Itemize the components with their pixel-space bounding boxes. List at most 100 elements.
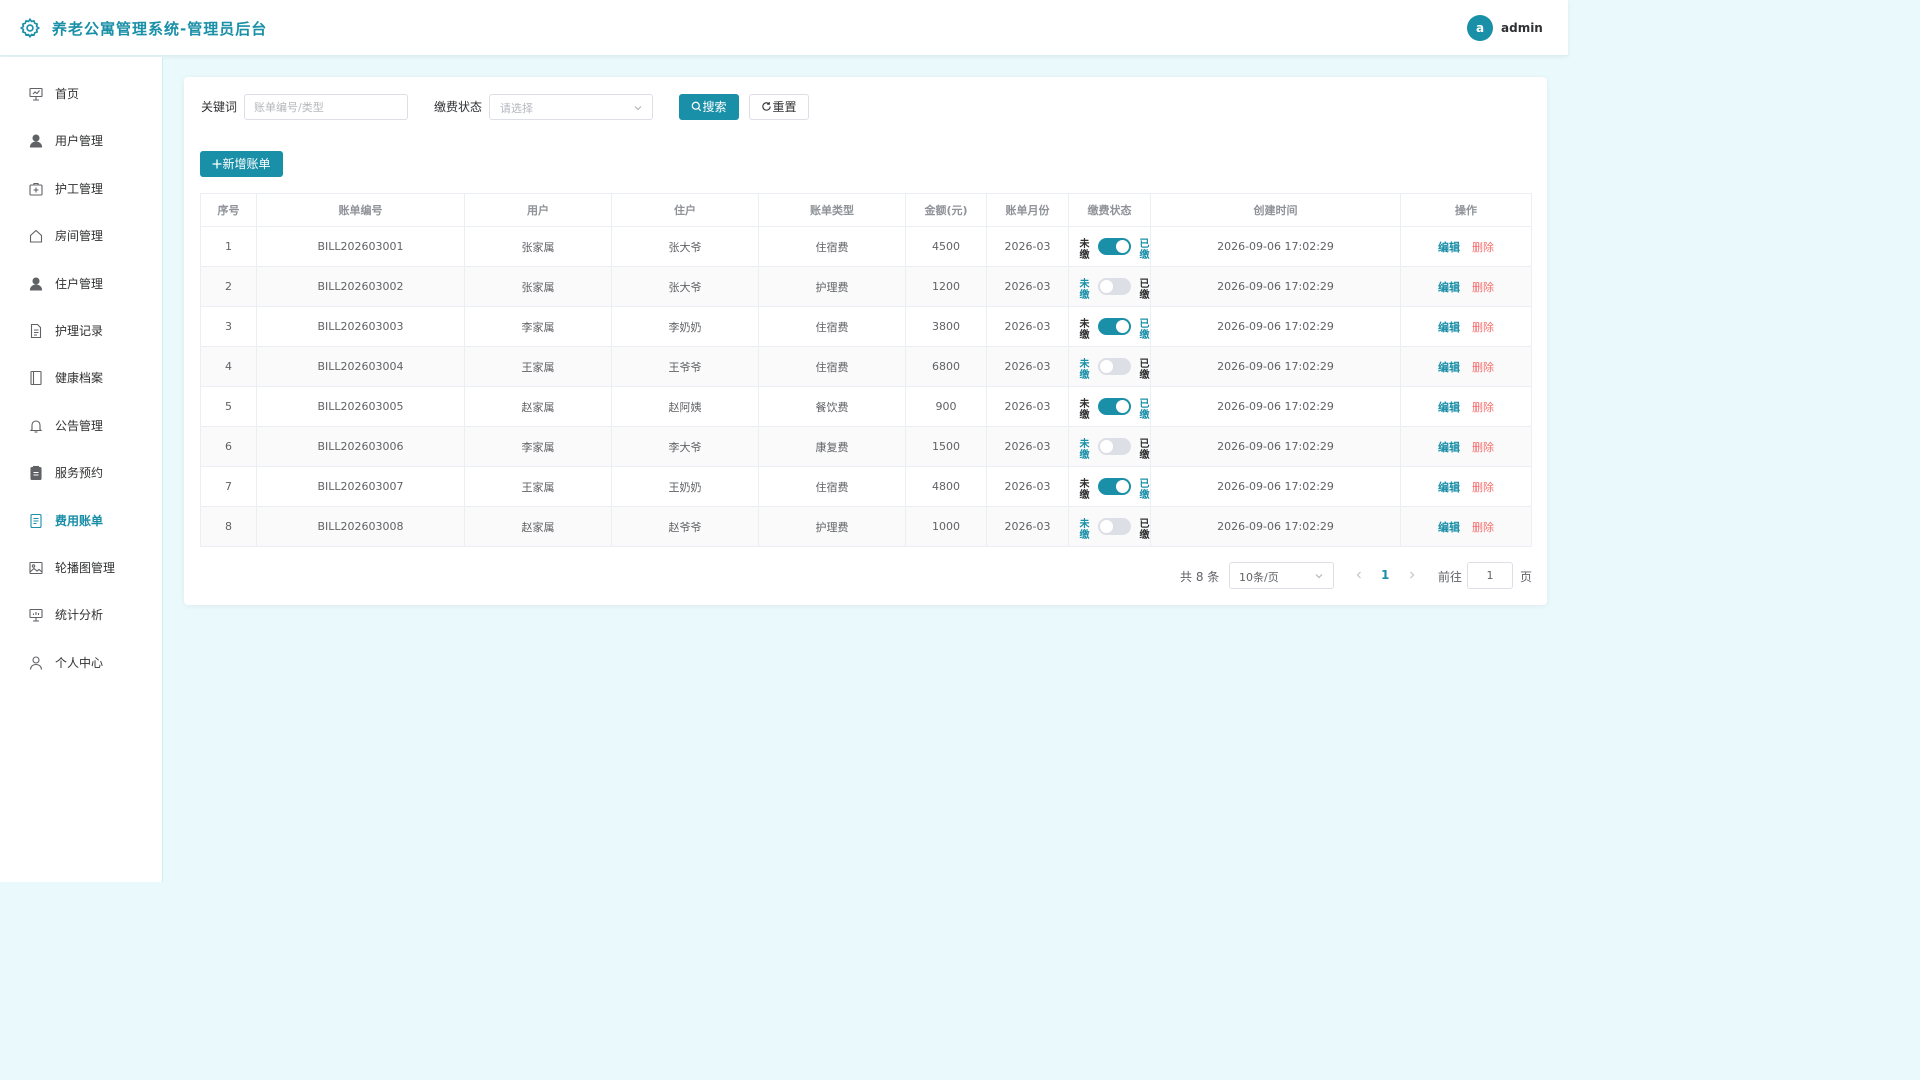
toggle-knob — [1116, 240, 1129, 253]
payment-status-toggle[interactable] — [1098, 518, 1131, 535]
sidebar-item[interactable]: 护理记录 — [0, 311, 162, 351]
current-page-number[interactable]: 1 — [1381, 568, 1389, 582]
cell-bill-type: 康复费 — [758, 426, 906, 467]
status-unpaid-label: 未缴 — [1079, 479, 1090, 501]
sidebar-item[interactable]: 首页 — [0, 74, 162, 114]
next-page-icon[interactable] — [1406, 568, 1418, 582]
cell-actions: 编辑 删除 — [1400, 266, 1532, 307]
add-bill-button[interactable]: 新增账单 — [200, 151, 283, 177]
goto-label: 前往 — [1438, 570, 1463, 584]
cell-bill-no: BILL202603002 — [256, 266, 465, 307]
delete-button[interactable]: 删除 — [1472, 241, 1494, 254]
top-header: 养老公寓管理系统-管理员后台 a admin — [0, 0, 1568, 56]
delete-button[interactable]: 删除 — [1472, 281, 1494, 294]
sidebar-item[interactable]: 统计分析 — [0, 595, 162, 635]
edit-button[interactable]: 编辑 — [1438, 401, 1460, 414]
cell-month: 2026-03 — [986, 426, 1069, 467]
delete-button[interactable]: 删除 — [1472, 481, 1494, 494]
first-aid-kit-icon — [29, 182, 43, 196]
page-size-select[interactable]: 10条/页 — [1229, 562, 1334, 589]
sidebar-item[interactable]: 个人中心 — [0, 643, 162, 683]
payment-status-toggle[interactable] — [1098, 398, 1131, 415]
delete-button[interactable]: 删除 — [1472, 521, 1494, 534]
delete-button[interactable]: 删除 — [1472, 321, 1494, 334]
status-paid-label: 已缴 — [1139, 439, 1150, 461]
refresh-icon — [762, 102, 772, 111]
toggle-knob — [1100, 280, 1113, 293]
cell-index: 8 — [200, 506, 257, 547]
cell-index: 5 — [200, 386, 257, 427]
payment-status-toggle[interactable] — [1098, 438, 1131, 455]
edit-button[interactable]: 编辑 — [1438, 241, 1460, 254]
status-paid-label: 已缴 — [1139, 479, 1150, 501]
cell-month: 2026-03 — [986, 386, 1069, 427]
bell-icon — [29, 420, 43, 433]
delete-button[interactable]: 删除 — [1472, 361, 1494, 374]
sidebar-item[interactable]: 公告管理 — [0, 406, 162, 446]
document-icon — [30, 323, 42, 339]
page-unit-label: 页 — [1520, 570, 1533, 584]
delete-button[interactable]: 删除 — [1472, 401, 1494, 414]
edit-button[interactable]: 编辑 — [1438, 521, 1460, 534]
cell-created-time: 2026-09-06 17:02:29 — [1150, 306, 1401, 347]
column-header: 操作 — [1400, 193, 1532, 227]
sidebar-item[interactable]: 房间管理 — [0, 216, 162, 256]
sidebar-item-label: 健康档案 — [55, 371, 104, 386]
payment-status-toggle[interactable] — [1098, 478, 1131, 495]
user-icon — [29, 277, 43, 291]
keyword-input[interactable] — [245, 95, 407, 119]
sidebar-item[interactable]: 住户管理 — [0, 264, 162, 304]
payment-status-toggle[interactable] — [1098, 318, 1131, 335]
cell-created-time: 2026-09-06 17:02:29 — [1150, 386, 1401, 427]
edit-button[interactable]: 编辑 — [1438, 361, 1460, 374]
delete-button[interactable]: 删除 — [1472, 441, 1494, 454]
edit-button[interactable]: 编辑 — [1438, 281, 1460, 294]
cell-actions: 编辑 删除 — [1400, 506, 1532, 547]
status-paid-label: 已缴 — [1139, 239, 1150, 261]
cell-amount: 1500 — [905, 426, 987, 467]
cell-created-time: 2026-09-06 17:02:29 — [1150, 506, 1401, 547]
bill-table: 序号 账单编号 用户 住户 账单类型 金额(元) 账单月份 缴费状态 创建时间 操作 1 BILL2… — [200, 193, 1532, 547]
sidebar-item-label: 房间管理 — [55, 229, 104, 244]
payment-status-toggle[interactable] — [1098, 238, 1131, 255]
sidebar-item[interactable]: 服务预约 — [0, 453, 162, 493]
edit-button[interactable]: 编辑 — [1438, 441, 1460, 454]
data-board-icon — [29, 609, 43, 622]
search-button[interactable]: 搜索 — [679, 94, 739, 120]
tickets-icon — [30, 513, 42, 528]
sidebar-item[interactable]: 轮播图管理 — [0, 548, 162, 588]
sidebar-item[interactable]: 用户管理 — [0, 121, 162, 161]
presentation-icon — [29, 87, 43, 101]
edit-button[interactable]: 编辑 — [1438, 321, 1460, 334]
sidebar-item[interactable]: 护工管理 — [0, 169, 162, 209]
search-button-label: 搜索 — [702, 100, 727, 114]
keyword-input-wrapper — [244, 94, 408, 120]
search-icon — [692, 101, 702, 112]
column-header: 缴费状态 — [1068, 193, 1151, 227]
status-select-placeholder: 请选择 — [500, 102, 533, 115]
cell-created-time: 2026-09-06 17:02:29 — [1150, 226, 1401, 267]
status-paid-label: 已缴 — [1139, 399, 1150, 421]
avatar[interactable]: a — [1467, 15, 1493, 41]
plus-icon — [212, 159, 222, 168]
status-select[interactable]: 请选择 — [489, 94, 653, 120]
sidebar-item[interactable]: 健康档案 — [0, 358, 162, 398]
edit-button[interactable]: 编辑 — [1438, 481, 1460, 494]
payment-status-toggle[interactable] — [1098, 358, 1131, 375]
house-icon — [29, 229, 43, 243]
sidebar-item[interactable]: 费用账单 — [0, 501, 162, 541]
toggle-knob — [1100, 360, 1113, 373]
payment-status-toggle[interactable] — [1098, 278, 1131, 295]
cell-index: 4 — [200, 346, 257, 387]
username[interactable]: admin — [1501, 21, 1543, 35]
goto-page-input[interactable] — [1468, 563, 1512, 588]
status-unpaid-label: 未缴 — [1079, 239, 1090, 261]
toggle-knob — [1100, 520, 1113, 533]
cell-month: 2026-03 — [986, 306, 1069, 347]
cell-created-time: 2026-09-06 17:02:29 — [1150, 346, 1401, 387]
prev-page-icon[interactable] — [1353, 568, 1365, 582]
cell-bill-no: BILL202603004 — [256, 346, 465, 387]
status-unpaid-label: 未缴 — [1079, 359, 1090, 381]
cell-bill-type: 护理费 — [758, 506, 906, 547]
reset-button[interactable]: 重置 — [749, 94, 809, 120]
